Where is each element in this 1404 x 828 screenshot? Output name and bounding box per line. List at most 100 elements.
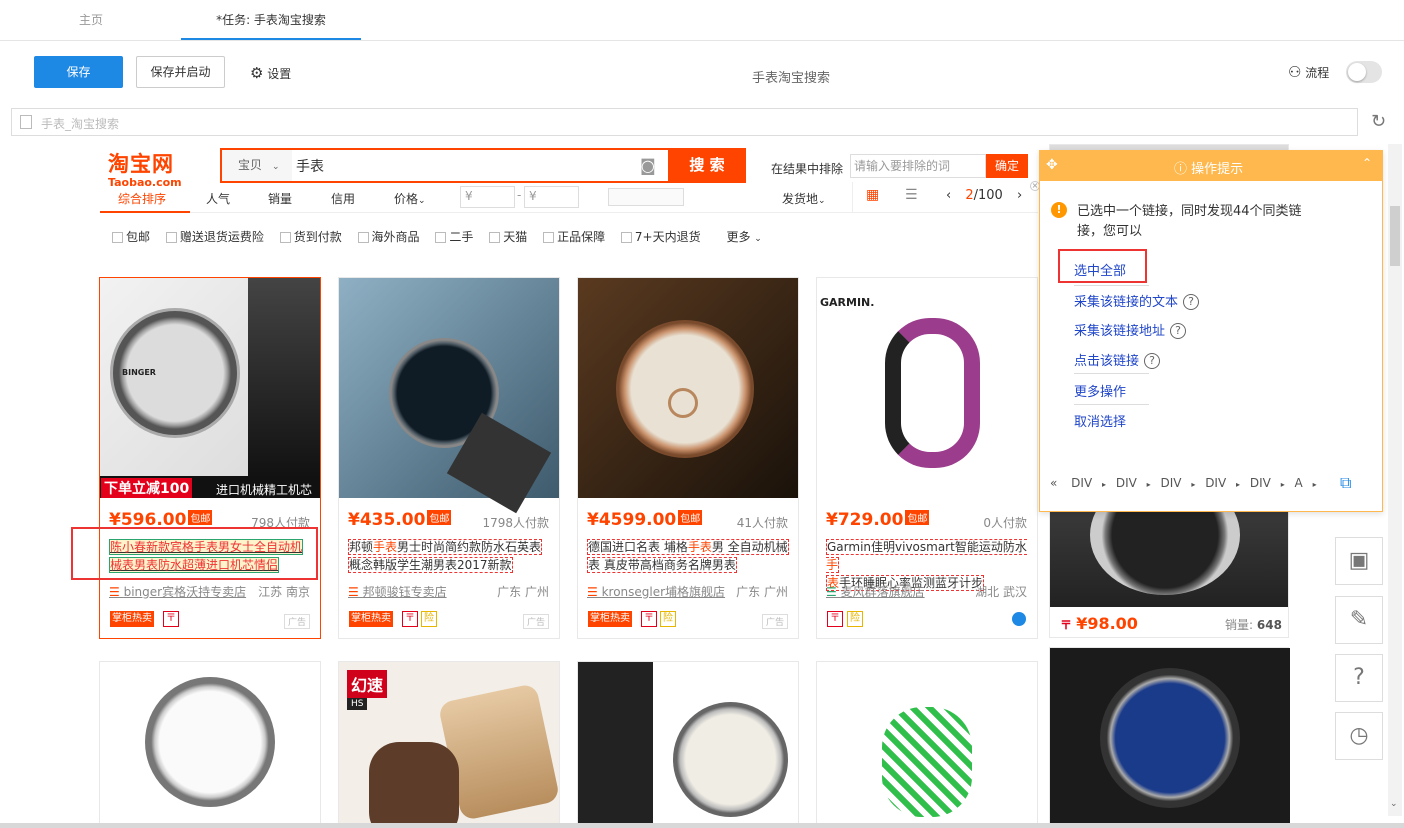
product-card[interactable]: ¥4599.00 包邮 41人付款 德国进口名表 埔格手表男 全自动机械 表 真皮… <box>577 277 799 639</box>
hot-badge: 掌柜热卖 <box>110 611 154 627</box>
camera-icon[interactable]: ◙ <box>640 156 656 175</box>
tip-header[interactable]: ✥ ⓘ 操作提示 ⌃ <box>1040 151 1382 181</box>
product-title-link[interactable]: 邦顿手表男士时尚简约款防水石英表 概念韩版学生潮男表2017新款 <box>348 538 553 574</box>
select-all-link[interactable]: 选中全部 <box>1074 260 1126 279</box>
save-button[interactable]: 保存 <box>34 56 123 88</box>
path-item[interactable]: DIV <box>1161 476 1182 490</box>
exclude-input[interactable]: 请输入要排除的词 <box>850 154 986 178</box>
path-item[interactable]: DIV <box>1071 476 1092 490</box>
product-image[interactable] <box>578 278 798 498</box>
help-circle-icon[interactable]: ? <box>1144 353 1161 369</box>
sort-sales[interactable]: 销量 <box>268 190 292 207</box>
path-item[interactable]: DIV <box>1250 476 1271 490</box>
pager: ‹ 2/100 › <box>946 188 1022 203</box>
product-image[interactable]: BINGER 下单立减100 进口机械精工机芯 <box>100 278 320 498</box>
filter-genuine[interactable]: 正品保障 <box>543 230 605 244</box>
product-card[interactable]: ¥435.00 包邮 1798人付款 邦顿手表男士时尚简约款防水石英表 概念韩版学… <box>338 277 560 639</box>
prev-page-icon[interactable]: ‹ <box>946 188 951 203</box>
filter-used[interactable]: 二手 <box>435 230 473 244</box>
shop-link[interactable]: ☰ binger宾格沃持专卖店 <box>109 583 246 600</box>
product-card[interactable]: 幻速 HS <box>338 661 561 824</box>
path-item[interactable]: DIV <box>1116 476 1137 490</box>
filter-cod[interactable]: 货到付款 <box>279 230 342 244</box>
ship-from-dropdown[interactable]: 发货地⌄ <box>782 190 826 207</box>
shop-link[interactable]: ☰ 麦风群落旗舰店 <box>826 583 925 600</box>
path-item[interactable]: DIV <box>1205 476 1226 490</box>
shop-link[interactable]: ☰ 邦顿骏钰专卖店 <box>348 583 447 600</box>
tmall-icon: 〒 <box>827 611 843 627</box>
help-circle-icon[interactable]: ? <box>1170 323 1187 339</box>
product-image[interactable] <box>882 707 972 817</box>
product-card[interactable] <box>577 661 799 824</box>
history-icon[interactable]: ◷ <box>1335 712 1383 760</box>
help-circle-icon[interactable]: ? <box>1183 294 1200 310</box>
collapse-icon[interactable]: ⌃ <box>1362 156 1372 170</box>
sort-comprehensive[interactable]: 综合排序 <box>118 190 166 207</box>
grid-view-icon[interactable]: ▦ <box>866 187 879 203</box>
price-from-input[interactable]: ¥ <box>460 186 515 208</box>
collect-url-link[interactable]: 采集该链接地址? <box>1074 320 1187 339</box>
scrollbar[interactable]: ⌄ <box>1388 144 1402 816</box>
path-item[interactable]: A <box>1295 476 1303 490</box>
refresh-icon[interactable]: ↻ <box>1371 111 1386 132</box>
more-ops-link[interactable]: 更多操作 <box>1074 381 1126 400</box>
flow-toggle[interactable] <box>1346 61 1382 83</box>
filter-more[interactable]: 更多 ⌄ <box>726 230 761 244</box>
product-card[interactable]: GARMIN. ¥729.00 包邮 0人付款 Garmin佳明vivosmart… <box>816 277 1038 639</box>
shop-link[interactable]: ☰ kronsegler埔格旗舰店 <box>587 583 725 600</box>
product-image[interactable]: 幻速 HS <box>339 662 561 824</box>
edit-icon[interactable]: ✎ <box>1335 596 1383 644</box>
filter-tmall[interactable]: 天猫 <box>489 230 527 244</box>
list-view-icon[interactable]: ☰ <box>905 187 918 203</box>
address-bar[interactable]: 手表_淘宝搜索 <box>11 108 1358 136</box>
filter-overseas[interactable]: 海外商品 <box>357 230 420 244</box>
product-image[interactable]: GARMIN. <box>817 278 1037 498</box>
product-card[interactable] <box>816 661 1038 824</box>
product-card[interactable]: BINGER 下单立减100 进口机械精工机芯 ¥596.00 包邮 798人付款… <box>99 277 321 639</box>
browser-viewport: 淘宝网 Taobao.com 宝贝 ⌄ 手表 ◙ 搜 索 在结果中排除 请输入要排… <box>0 144 1404 824</box>
product-image[interactable] <box>145 677 275 807</box>
save-start-button[interactable]: 保存并启动 <box>136 56 225 88</box>
gift-icon[interactable]: ▣ <box>1335 537 1383 585</box>
path-back-icon[interactable]: « <box>1050 476 1057 490</box>
page-title: 手表淘宝搜索 <box>752 71 831 86</box>
search-input[interactable]: 手表 <box>296 156 324 176</box>
price-to-input[interactable]: ¥ <box>524 186 579 208</box>
product-thumbs[interactable] <box>578 662 653 824</box>
product-image[interactable] <box>1050 648 1290 824</box>
sort-popularity[interactable]: 人气 <box>206 190 230 207</box>
filter-return-insurance[interactable]: 赠送退货运费险 <box>165 230 264 244</box>
click-link[interactable]: 点击该链接? <box>1074 350 1161 369</box>
open-external-icon[interactable]: ⧉ <box>1340 473 1351 493</box>
product-image[interactable] <box>673 702 788 817</box>
filter-free-shipping[interactable]: 包邮 <box>112 230 150 244</box>
brand-banner: 幻速 <box>347 670 388 698</box>
bottom-scrollbar[interactable] <box>0 823 1404 828</box>
help-icon[interactable]: ? <box>1335 654 1383 702</box>
tab-home[interactable]: 主页 <box>40 0 142 40</box>
price-range-graph[interactable] <box>608 188 684 206</box>
filter-7day-return[interactable]: 7+天内退货 <box>620 230 701 244</box>
taobao-search-box: 宝贝 ⌄ 手表 ◙ 搜 索 <box>220 148 746 183</box>
tab-task[interactable]: *任务: 手表淘宝搜索 <box>181 0 361 40</box>
settings-button[interactable]: ⚙ 设置 <box>250 64 291 82</box>
chat-icon[interactable] <box>1012 612 1026 626</box>
search-scope[interactable]: 宝贝 ⌄ <box>222 150 292 181</box>
product-price: ¥4599.00 包邮 <box>587 510 703 530</box>
sort-price[interactable]: 价格⌄ <box>394 190 426 207</box>
cancel-selection-link[interactable]: 取消选择 <box>1074 411 1126 430</box>
product-price: 〒 ¥98.00 <box>1060 614 1138 633</box>
product-title-link[interactable]: 德国进口名表 埔格手表男 全自动机械 表 真皮带高档商务名牌男表 <box>587 538 792 574</box>
move-icon[interactable]: ✥ <box>1046 157 1058 173</box>
product-card[interactable] <box>1049 647 1290 824</box>
next-page-icon[interactable]: › <box>1017 188 1022 203</box>
collect-text-link[interactable]: 采集该链接的文本? <box>1074 291 1200 310</box>
sort-credit[interactable]: 信用 <box>331 190 355 207</box>
exclude-confirm-button[interactable]: 确定 <box>986 154 1028 178</box>
scroll-down-icon[interactable]: ⌄ <box>1390 799 1398 809</box>
product-card[interactable] <box>99 661 321 824</box>
flow-icon: ⚇ <box>1288 63 1302 81</box>
product-image[interactable] <box>339 278 559 514</box>
search-button[interactable]: 搜 索 <box>668 148 746 183</box>
scrollbar-thumb[interactable] <box>1390 206 1400 266</box>
